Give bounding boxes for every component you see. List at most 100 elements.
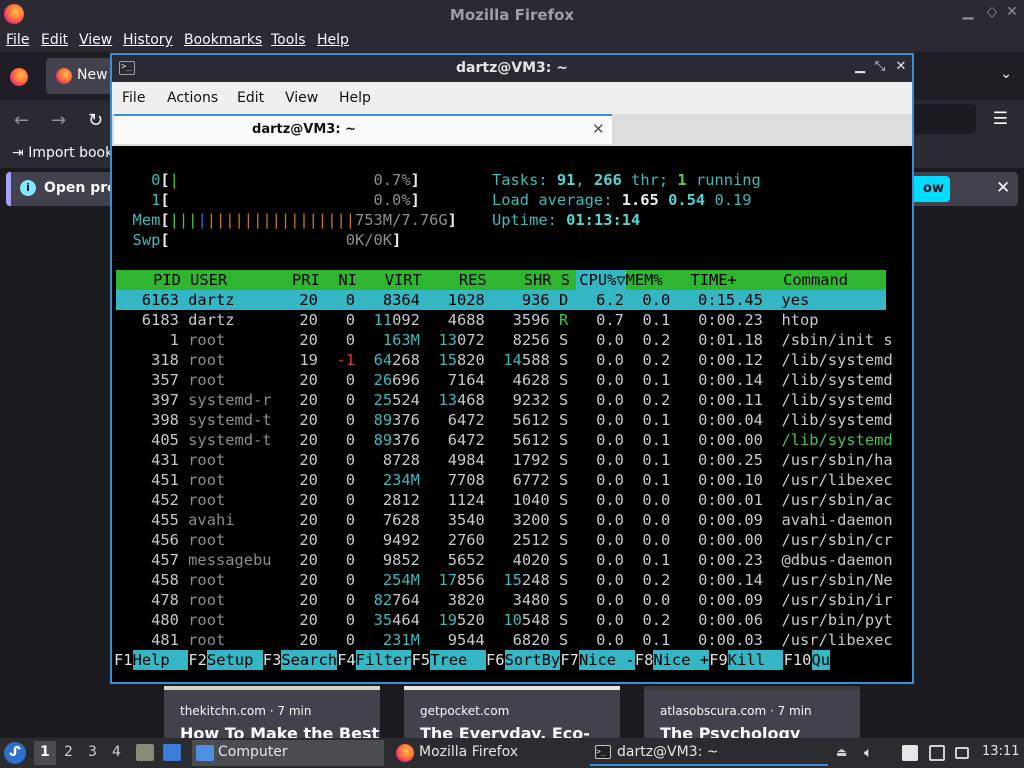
task-firefox[interactable]: Mozilla Firefox <box>392 740 584 766</box>
htop-screen[interactable]: 0[| 0.7%] 1[ 0.0%] Mem[|||||||||||||||||… <box>114 150 910 682</box>
process-row[interactable]: 455 avahi 20 0 7628 3540 3200 S 0.0 0.0 … <box>114 510 893 530</box>
workspace-1[interactable]: 1 <box>40 744 50 760</box>
forward-icon[interactable]: → <box>51 110 66 131</box>
notification-close-icon[interactable]: ✕ <box>996 178 1010 198</box>
process-row[interactable]: 357 root 20 0 26696 7164 4628 S 0.0 0.1 … <box>114 370 893 390</box>
process-row[interactable]: 397 systemd-r 20 0 25524 13468 9232 S 0.… <box>114 390 893 410</box>
close-icon[interactable]: ✕ <box>893 59 909 74</box>
terminal-tab[interactable]: dartz@VM3: ~ ✕ <box>114 114 612 144</box>
fkey-f5[interactable]: F5 <box>412 650 431 670</box>
fkey-label[interactable]: Setup <box>207 650 263 670</box>
fkey-f6[interactable]: F6 <box>486 650 505 670</box>
firefox-view-icon[interactable] <box>10 68 28 86</box>
fkey-label[interactable]: Help <box>132 650 189 670</box>
fkey-label[interactable]: Qu <box>811 650 831 670</box>
process-row[interactable]: 6183 dartz 20 0 11092 4688 3596 R 0.7 0.… <box>114 310 819 330</box>
fkey-f10[interactable]: F10 <box>784 650 812 670</box>
menu-view[interactable]: View <box>79 32 112 48</box>
fkey-f3[interactable]: F3 <box>263 650 282 670</box>
process-row[interactable]: 456 root 20 0 9492 2760 2512 S 0.0 0.0 0… <box>114 530 893 550</box>
network-icon[interactable] <box>955 747 969 759</box>
import-bookmarks-button[interactable]: ⇥ Import book <box>12 145 113 161</box>
process-row[interactable]: 318 root 19 -1 64268 15820 14588 S 0.0 0… <box>114 350 893 370</box>
file-manager-launcher-icon[interactable] <box>136 744 154 761</box>
menu-edit[interactable]: Edit <box>41 32 68 48</box>
menu-hamburger-icon[interactable]: ☰ <box>993 109 1008 129</box>
mem-meter: Mem[||||||||||||||||||||753M/7.76G] <box>132 211 457 229</box>
eject-icon[interactable]: ⏏ <box>836 745 852 761</box>
process-table-header[interactable]: PID USER PRI NI VIRT RES SHR S CPU%▽MEM%… <box>116 270 886 290</box>
menu-tools[interactable]: Tools <box>271 32 306 48</box>
fkey-f1[interactable]: F1 <box>114 650 133 670</box>
tab-label: New <box>77 67 108 83</box>
fkey-label[interactable]: Kill <box>727 650 784 670</box>
terminal-tabstrip: dartz@VM3: ~ ✕ <box>112 114 912 146</box>
workspace-3[interactable]: 3 <box>88 744 97 760</box>
pocket-card[interactable]: thekitchn.com · 7 min How To Make the Be… <box>164 686 380 738</box>
process-row[interactable]: 452 root 20 0 2812 1124 1040 S 0.0 0.0 0… <box>114 490 893 510</box>
fkey-f9[interactable]: F9 <box>709 650 728 670</box>
pocket-source: getpocket.com <box>420 704 510 718</box>
pocket-source: thekitchn.com · 7 min <box>180 704 312 718</box>
terminal-window: >_ dartz@VM3: ~ ▁ ⤡ ✕ File Actions Edit … <box>110 53 914 684</box>
reload-icon[interactable]: ↻ <box>88 110 103 131</box>
fkey-f4[interactable]: F4 <box>337 650 356 670</box>
task-label: Mozilla Firefox <box>419 744 519 760</box>
minimize-icon[interactable]: ▁ <box>852 59 868 74</box>
terminal-titlebar[interactable]: >_ dartz@VM3: ~ ▁ ⤡ ✕ <box>112 55 912 82</box>
menu-help[interactable]: Help <box>317 32 349 48</box>
clipboard-icon[interactable] <box>902 745 918 761</box>
menu-view[interactable]: View <box>285 90 318 106</box>
process-row[interactable]: 480 root 20 0 35464 19520 10548 S 0.0 0.… <box>114 610 893 630</box>
volume-icon[interactable]: 🔈︎ <box>864 745 880 761</box>
menu-help[interactable]: Help <box>339 90 371 106</box>
menu-file[interactable]: File <box>122 90 145 106</box>
restore-icon[interactable]: ⤡ <box>872 59 888 74</box>
fkey-f2[interactable]: F2 <box>188 650 207 670</box>
fkey-label[interactable]: Filter <box>355 650 412 670</box>
process-row[interactable]: 6163 dartz 20 0 8364 1028 936 D 6.2 0.0 … <box>114 290 809 310</box>
urlbar[interactable] <box>912 104 976 134</box>
column-headers[interactable]: PID USER PRI NI VIRT RES SHR S CPU%▽MEM%… <box>116 270 848 290</box>
clock[interactable]: 13:11 <box>982 744 1019 759</box>
process-row[interactable]: 1 root 20 0 163M 13072 8256 S 0.0 0.2 0:… <box>114 330 893 350</box>
fkey-f7[interactable]: F7 <box>560 650 579 670</box>
pocket-card[interactable]: getpocket.com The Everyday, Eco- <box>404 686 620 738</box>
task-terminal[interactable]: >_ dartz@VM3: ~ <box>590 740 828 766</box>
display-icon[interactable] <box>929 745 945 761</box>
process-row[interactable]: 398 systemd-t 20 0 89376 6472 5612 S 0.0… <box>114 410 893 430</box>
fkey-label[interactable]: Nice - <box>579 650 635 670</box>
workspace-2[interactable]: 2 <box>64 744 73 760</box>
fkey-label[interactable]: SortBy <box>504 650 561 670</box>
process-row[interactable]: 451 root 20 0 234M 7708 6772 S 0.0 0.1 0… <box>114 470 893 490</box>
menu-file[interactable]: File <box>6 32 29 48</box>
process-row[interactable]: 478 root 20 0 82764 3820 3480 S 0.0 0.0 … <box>114 590 893 610</box>
workspace-4[interactable]: 4 <box>112 744 121 760</box>
close-icon[interactable]: ✕ <box>1002 4 1022 20</box>
minimize-icon[interactable]: ▁ <box>958 4 978 20</box>
list-all-tabs-icon[interactable]: ⌄ <box>1000 66 1012 82</box>
swp-meter: Swp[ 0K/0K] <box>132 231 402 249</box>
menu-actions[interactable]: Actions <box>167 90 218 106</box>
fkey-label[interactable]: Search <box>281 650 337 670</box>
menu-bookmarks[interactable]: Bookmarks <box>184 32 262 48</box>
fkey-label[interactable]: Nice + <box>653 650 709 670</box>
desktop-launcher-icon[interactable] <box>163 744 181 761</box>
task-label: Computer <box>218 744 288 760</box>
process-row[interactable]: 457 messagebu 20 0 9852 5652 4020 S 0.0 … <box>114 550 893 570</box>
process-row[interactable]: 405 systemd-t 20 0 89376 6472 5612 S 0.0… <box>114 430 893 450</box>
back-icon[interactable]: ← <box>14 110 29 131</box>
process-row[interactable]: 431 root 20 0 8728 4984 1792 S 0.0 0.1 0… <box>114 450 893 470</box>
process-row[interactable]: 481 root 20 0 231M 9544 6820 S 0.0 0.1 0… <box>114 630 893 650</box>
menu-edit[interactable]: Edit <box>237 90 264 106</box>
tab-close-icon[interactable]: ✕ <box>592 120 605 138</box>
menu-history[interactable]: History <box>123 32 173 48</box>
fkey-f8[interactable]: F8 <box>635 650 654 670</box>
maximize-icon[interactable]: ◇ <box>982 4 1002 20</box>
pocket-card[interactable]: atlasobscura.com · 7 min The Psychology <box>644 686 860 738</box>
process-row[interactable]: 458 root 20 0 254M 17856 15248 S 0.0 0.2… <box>114 570 893 590</box>
cpu1-meter: 1[ 0.0%] <box>151 191 420 209</box>
fkey-label[interactable]: Tree <box>430 650 486 670</box>
task-computer[interactable]: Computer <box>192 740 384 766</box>
start-menu-icon[interactable]: ᔑ <box>4 742 26 764</box>
